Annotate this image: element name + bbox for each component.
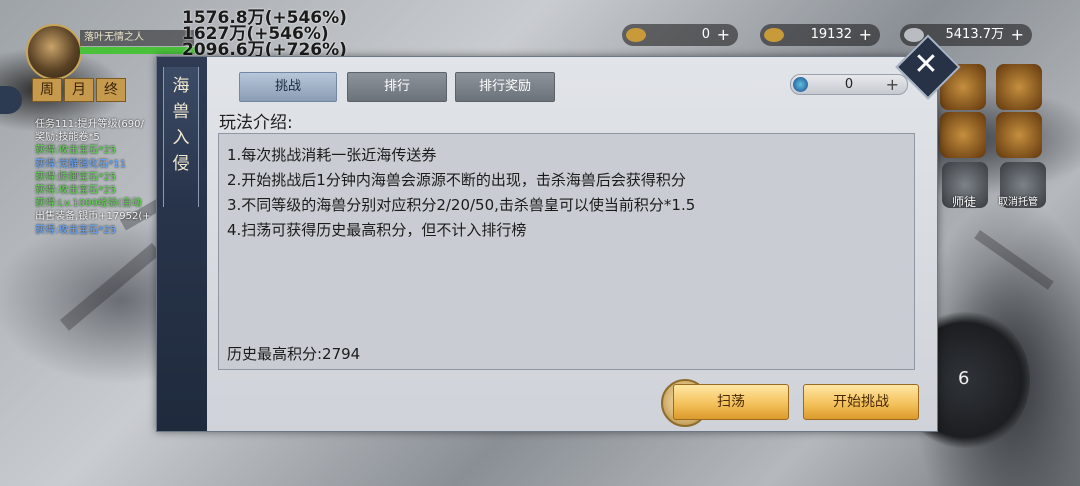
intro-label: 玩法介绍: <box>219 113 293 133</box>
title-char: 侵 <box>172 154 190 174</box>
close-icon[interactable]: ✕ <box>905 44 947 86</box>
quest-line: 获得:攻击宝石*25 <box>35 224 117 236</box>
sea-beast-invasion-dialog: 海 兽 入 侵 挑战 排行 排行奖励 0 + 玩法介绍: 1.每次挑战消耗一张近… <box>156 56 938 432</box>
best-score: 历史最高积分:2794 <box>227 345 361 363</box>
rules-textbox: 1.每次挑战消耗一张近海传送券 2.开始挑战后1分钟内海兽会源源不断的出现，击杀… <box>218 133 915 370</box>
dialog-title-strip: 海 兽 入 侵 <box>157 57 207 431</box>
ingot-add-button[interactable]: + <box>717 24 730 46</box>
silver-add-button[interactable]: + <box>1011 24 1024 46</box>
tab-week[interactable]: 周 <box>32 78 62 102</box>
sweep-button[interactable]: 扫荡 <box>673 384 789 420</box>
title-char: 海 <box>172 76 190 96</box>
quest-log[interactable]: 任务111:提升等级(690/ 奖励:技能卷*5 获得:攻击宝石*25 获得:觉… <box>35 118 160 237</box>
combat-power-readout: 1576.8万(+546%) 1627万(+546%) 2096.6万(+726… <box>182 10 347 59</box>
tab-ranking-reward[interactable]: 排行奖励 <box>455 72 555 102</box>
ticket-counter: 0 + <box>790 74 908 95</box>
quest-line: 获得:攻击宝石*25 <box>35 185 117 197</box>
cancel-auto-label: 取消托管 <box>998 197 1038 208</box>
quest-line: 出售装备,银币+17952(+ <box>35 211 151 223</box>
silver-value: 5413.7万 <box>945 27 1005 42</box>
rule-line: 2.开始挑战后1分钟内海兽会源源不断的出现，击杀海兽后会获得积分 <box>227 171 686 189</box>
event-icon[interactable] <box>996 64 1042 110</box>
resource-gold: 19132 + <box>760 24 880 46</box>
dialog-title: 海 兽 入 侵 <box>163 67 199 207</box>
add-ticket-button[interactable]: + <box>886 75 899 94</box>
feature-icon[interactable] <box>940 112 986 158</box>
rule-line: 3.不同等级的海兽分别对应积分2/20/50,击杀兽皇可以使当前积分*1.5 <box>227 196 696 214</box>
gold-icon <box>764 28 784 42</box>
ingot-icon <box>626 28 646 42</box>
quest-line: 获得:防御宝石*25 <box>35 171 117 183</box>
player-name: 落叶无情之人 <box>80 30 194 46</box>
mentor-label: 师徒 <box>952 195 977 209</box>
feature-icon[interactable] <box>996 112 1042 158</box>
quest-line: 获得:Lv.1000经验(自动 <box>35 198 142 210</box>
ingot-value: 0 <box>701 27 710 42</box>
title-char: 入 <box>172 128 190 148</box>
title-char: 兽 <box>172 102 190 122</box>
rule-line: 4.扫荡可获得历史最高积分，但不计入排行榜 <box>227 221 527 239</box>
quest-line: 任务111:提升等级(690/ <box>35 119 144 130</box>
start-challenge-button[interactable]: 开始挑战 <box>803 384 919 420</box>
tab-final[interactable]: 终 <box>96 78 126 102</box>
quest-line: 获得:攻击宝石*25 <box>35 145 117 157</box>
player-avatar[interactable] <box>26 24 82 80</box>
quest-line: 奖励:技能卷*5 <box>35 132 100 144</box>
hp-bar <box>80 47 195 54</box>
tab-ranking[interactable]: 排行 <box>347 72 447 102</box>
tab-challenge[interactable]: 挑战 <box>239 72 337 102</box>
rule-line: 1.每次挑战消耗一张近海传送券 <box>227 146 437 164</box>
calendar-tabs: 周 月 终 <box>32 78 126 102</box>
resource-ingot: 0 + <box>622 24 738 46</box>
quest-line: 获得:觉醒强化石*11 <box>35 158 127 170</box>
skill-count: 6 <box>958 368 970 389</box>
gold-add-button[interactable]: + <box>859 24 872 46</box>
dialog-panel: 挑战 排行 排行奖励 0 + 玩法介绍: 1.每次挑战消耗一张近海传送券 2.开… <box>207 57 937 431</box>
gold-value: 19132 <box>810 27 852 42</box>
tab-month[interactable]: 月 <box>64 78 94 102</box>
